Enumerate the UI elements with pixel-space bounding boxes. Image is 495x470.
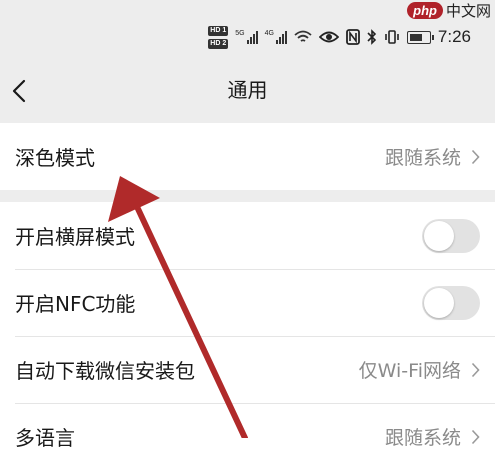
nfc-row: 开启NFC功能	[0, 269, 495, 336]
status-time: 7:26	[437, 27, 471, 46]
chevron-right-icon	[471, 149, 480, 164]
nav-bar: 通用	[0, 62, 495, 120]
page-title: 通用	[227, 78, 268, 102]
dark-mode-row[interactable]: 深色模式 跟随系统	[0, 123, 495, 190]
signal-5g-label: 5G	[235, 30, 245, 37]
dark-mode-label: 深色模式	[15, 146, 95, 170]
watermark: php 中文网	[407, 0, 491, 21]
auto-download-label: 自动下载微信安装包	[15, 359, 195, 383]
signal-5g-icon: 5G	[235, 30, 258, 44]
battery-icon	[406, 30, 434, 44]
toggle-knob	[424, 287, 454, 318]
settings-group-general: 开启横屏模式 开启NFC功能 自动下载微信安装包 仅Wi-Fi网络 多语言 跟随…	[0, 202, 495, 470]
landscape-mode-label: 开启横屏模式	[15, 225, 135, 249]
language-label: 多语言	[15, 426, 75, 450]
landscape-mode-toggle[interactable]	[422, 218, 480, 253]
status-bar: HD 1 HD 2 5G 4G 7:26 php 中文网	[0, 0, 495, 62]
chevron-right-icon	[471, 362, 480, 377]
vibrate-icon	[385, 30, 399, 44]
watermark-text: 中文网	[445, 2, 491, 20]
chevron-right-icon	[471, 429, 480, 444]
landscape-mode-row: 开启横屏模式	[0, 202, 495, 269]
watermark-logo: php	[407, 2, 443, 19]
bluetooth-icon	[367, 29, 377, 45]
language-row[interactable]: 多语言 跟随系统	[0, 403, 495, 470]
toggle-knob	[424, 220, 454, 251]
nfc-icon	[346, 29, 360, 45]
auto-download-row[interactable]: 自动下载微信安装包 仅Wi-Fi网络	[0, 336, 495, 403]
signal-4g-icon: 4G	[265, 30, 287, 44]
eye-icon	[318, 31, 339, 43]
nfc-toggle[interactable]	[422, 285, 480, 320]
wifi-icon	[294, 30, 312, 42]
nfc-label: 开启NFC功能	[15, 292, 136, 316]
hd-badges: HD 1 HD 2	[208, 25, 229, 49]
settings-group-display: 深色模式 跟随系统	[0, 123, 495, 190]
dark-mode-value: 跟随系统	[384, 147, 461, 169]
status-icons: HD 1 HD 2 5G 4G 7:26	[208, 22, 471, 52]
signal-4g-label: 4G	[264, 30, 274, 37]
auto-download-value: 仅Wi-Fi网络	[358, 360, 461, 382]
hd-badge-1: HD 1	[208, 25, 229, 36]
hd-badge-2: HD 2	[208, 38, 229, 49]
language-value: 跟随系统	[384, 427, 461, 449]
